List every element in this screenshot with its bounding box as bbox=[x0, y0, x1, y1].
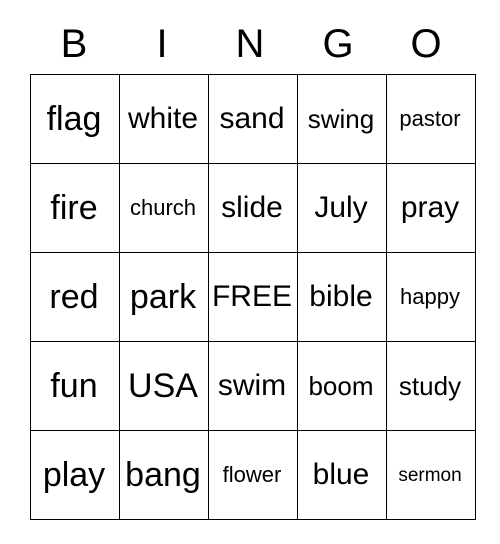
bingo-cell[interactable]: swing bbox=[297, 74, 387, 164]
bingo-cell-text: flower bbox=[222, 462, 282, 487]
bingo-cell[interactable]: bang bbox=[119, 430, 209, 520]
bingo-cell-text: fun bbox=[50, 367, 98, 405]
bingo-cell-text: swing bbox=[307, 104, 375, 134]
bingo-cell[interactable]: July bbox=[297, 163, 387, 253]
bingo-cell[interactable]: play bbox=[30, 430, 120, 520]
bingo-cell-text: slide bbox=[221, 191, 283, 224]
bingo-row: fun USA swim boom study bbox=[30, 341, 476, 431]
bingo-cell-text: bang bbox=[125, 456, 201, 494]
bingo-cell-text: sand bbox=[219, 102, 285, 135]
bingo-cell[interactable]: park bbox=[119, 252, 209, 342]
bingo-cell-text: happy bbox=[400, 284, 460, 309]
bingo-cell-text: red bbox=[49, 278, 99, 316]
bingo-cell-text: July bbox=[314, 191, 368, 224]
bingo-row: red park FREE bible happy bbox=[30, 252, 476, 342]
bingo-cell-free[interactable]: FREE bbox=[208, 252, 298, 342]
bingo-cell[interactable]: pray bbox=[386, 163, 476, 253]
bingo-cell[interactable]: slide bbox=[208, 163, 298, 253]
bingo-cell[interactable]: pastor bbox=[386, 74, 476, 164]
bingo-cell-text: park bbox=[129, 278, 197, 316]
bingo-cell[interactable]: flower bbox=[208, 430, 298, 520]
bingo-row: flag white sand swing pastor bbox=[30, 74, 476, 164]
bingo-cell-text: fire bbox=[50, 189, 98, 227]
bingo-cell[interactable]: flag bbox=[30, 74, 120, 164]
bingo-cell[interactable]: fire bbox=[30, 163, 120, 253]
bingo-cell[interactable]: happy bbox=[386, 252, 476, 342]
bingo-cell[interactable]: study bbox=[386, 341, 476, 431]
bingo-cell[interactable]: bible bbox=[297, 252, 387, 342]
bingo-cell[interactable]: swim bbox=[208, 341, 298, 431]
bingo-cell-text: swim bbox=[217, 369, 287, 402]
bingo-grid: flag white sand swing pastor fire church… bbox=[30, 74, 476, 520]
bingo-cell[interactable]: red bbox=[30, 252, 120, 342]
bingo-header-letter-b: B bbox=[60, 22, 88, 66]
bingo-card: B I N G O flag white sand swing pastor f… bbox=[0, 0, 500, 544]
bingo-header-letter-n: N bbox=[235, 22, 265, 66]
bingo-header-letter-g: G bbox=[322, 22, 354, 66]
bingo-cell[interactable]: USA bbox=[119, 341, 209, 431]
bingo-header: B I N G O bbox=[30, 0, 470, 68]
bingo-header-letter-o: O bbox=[410, 22, 442, 66]
bingo-cell-text: play bbox=[42, 456, 106, 494]
bingo-cell-text: church bbox=[129, 195, 197, 220]
bingo-cell-text: boom bbox=[308, 371, 374, 401]
bingo-cell-text: sermon bbox=[398, 464, 462, 486]
bingo-row: fire church slide July pray bbox=[30, 163, 476, 253]
bingo-cell[interactable]: sand bbox=[208, 74, 298, 164]
bingo-cell-text: bible bbox=[309, 280, 373, 313]
bingo-cell[interactable]: sermon bbox=[386, 430, 476, 520]
bingo-cell-text: pray bbox=[400, 191, 460, 224]
bingo-cell[interactable]: boom bbox=[297, 341, 387, 431]
bingo-cell-text: flag bbox=[46, 100, 102, 138]
bingo-cell-text: FREE bbox=[211, 280, 292, 313]
bingo-cell-text: study bbox=[398, 371, 462, 401]
bingo-cell-text: pastor bbox=[399, 106, 461, 131]
bingo-row: play bang flower blue sermon bbox=[30, 430, 476, 520]
bingo-header-letter-i: I bbox=[156, 22, 168, 66]
bingo-cell-text: USA bbox=[128, 367, 198, 405]
bingo-cell[interactable]: white bbox=[119, 74, 209, 164]
bingo-cell-text: white bbox=[127, 102, 199, 135]
bingo-cell[interactable]: blue bbox=[297, 430, 387, 520]
bingo-cell[interactable]: fun bbox=[30, 341, 120, 431]
bingo-cell[interactable]: church bbox=[119, 163, 209, 253]
bingo-cell-text: blue bbox=[312, 458, 370, 491]
